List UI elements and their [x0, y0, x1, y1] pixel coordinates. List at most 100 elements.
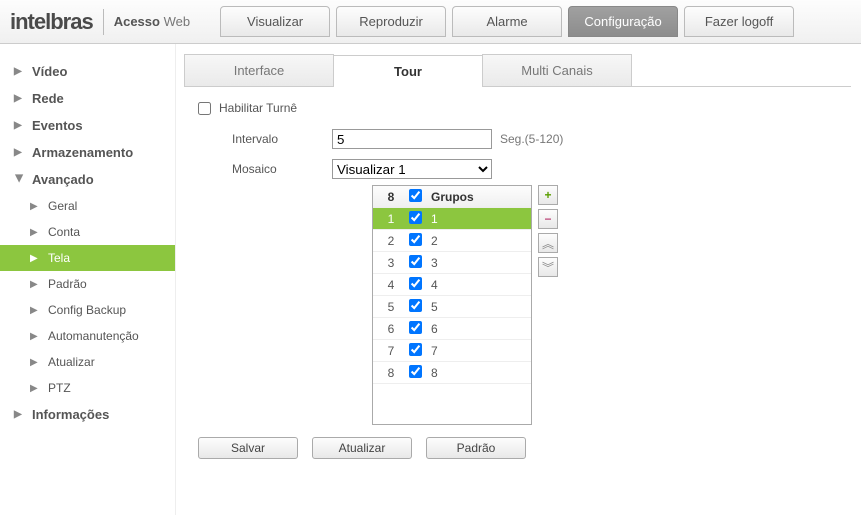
topnav-item-configuração[interactable]: Configuração: [568, 6, 678, 37]
mosaic-select[interactable]: Visualizar 1: [332, 159, 492, 179]
group-row-index: 7: [379, 344, 403, 358]
groups-select-all-checkbox[interactable]: [409, 189, 422, 202]
sidebar-subitem-automanutenção[interactable]: ▶Automanutenção: [0, 323, 175, 349]
header: intelbras Acesso Web VisualizarReproduzi…: [0, 0, 861, 44]
group-row-label: 6: [427, 322, 525, 336]
group-row-label: 1: [427, 212, 525, 226]
groups-spacer: [373, 384, 531, 424]
refresh-button[interactable]: Atualizar: [312, 437, 412, 459]
move-up-button[interactable]: ︽: [538, 233, 558, 253]
brand-logo: intelbras: [10, 9, 93, 35]
mosaic-label: Mosaico: [192, 162, 332, 176]
group-row[interactable]: 11: [373, 208, 531, 230]
brand-sub: Acesso Web: [114, 14, 190, 29]
save-button[interactable]: Salvar: [198, 437, 298, 459]
groups-header-row: 8 Grupos: [373, 186, 531, 208]
group-row[interactable]: 77: [373, 340, 531, 362]
tour-panel: Habilitar Turnê Intervalo Seg.(5-120) Mo…: [184, 87, 851, 473]
sidebar-subitem-config-backup[interactable]: ▶Config Backup: [0, 297, 175, 323]
sidebar-subitem-atualizar[interactable]: ▶Atualizar: [0, 349, 175, 375]
group-row-label: 8: [427, 366, 525, 380]
sidebar-item-informações[interactable]: ▶Informações: [0, 401, 175, 428]
sidebar-item-vídeo[interactable]: ▶Vídeo: [0, 58, 175, 85]
chevron-right-icon: ▶: [30, 357, 40, 368]
groups-header-label: Grupos: [427, 190, 525, 204]
topnav-item-reproduzir[interactable]: Reproduzir: [336, 6, 446, 37]
chevron-right-icon: ▶: [30, 331, 40, 342]
remove-group-button[interactable]: −: [538, 209, 558, 229]
brand-sub-bold: Acesso: [114, 14, 160, 29]
groups-area: 8Grupos1122334455667788 + − ︽ ︾: [372, 185, 843, 425]
add-group-button[interactable]: +: [538, 185, 558, 205]
group-row[interactable]: 44: [373, 274, 531, 296]
group-row[interactable]: 33: [373, 252, 531, 274]
topnav-item-alarme[interactable]: Alarme: [452, 6, 562, 37]
chevron-right-icon: ▶: [14, 66, 24, 77]
chevron-right-icon: ▶: [14, 120, 24, 131]
mosaic-row: Mosaico Visualizar 1: [192, 159, 843, 179]
sidebar: ▶Vídeo▶Rede▶Eventos▶Armazenamento▶Avança…: [0, 44, 175, 515]
group-row-index: 4: [379, 278, 403, 292]
sidebar-subitem-tela[interactable]: ▶Tela: [0, 245, 175, 271]
group-row-checkbox[interactable]: [409, 277, 422, 290]
chevron-right-icon: ▶: [30, 383, 40, 394]
group-row-index: 5: [379, 300, 403, 314]
chevron-right-icon: ▶: [14, 93, 24, 104]
group-row-checkbox[interactable]: [409, 365, 422, 378]
chevron-right-icon: ▶: [30, 201, 40, 212]
chevron-right-icon: ▶: [30, 279, 40, 290]
enable-turne-row: Habilitar Turnê: [198, 101, 843, 115]
brand-sub-light: Web: [164, 14, 191, 29]
group-row-checkbox[interactable]: [409, 255, 422, 268]
group-row-index: 2: [379, 234, 403, 248]
group-row-index: 1: [379, 212, 403, 226]
groups-controls: + − ︽ ︾: [538, 185, 558, 277]
group-row-checkbox[interactable]: [409, 211, 422, 224]
interval-input[interactable]: [332, 129, 492, 149]
group-row-label: 5: [427, 300, 525, 314]
group-row-checkbox[interactable]: [409, 343, 422, 356]
sidebar-subitem-ptz[interactable]: ▶PTZ: [0, 375, 175, 401]
group-row-index: 6: [379, 322, 403, 336]
chevron-right-icon: ▶: [14, 409, 24, 420]
topnav-item-visualizar[interactable]: Visualizar: [220, 6, 330, 37]
sidebar-item-avançado[interactable]: ▶Avançado: [0, 166, 175, 193]
move-down-button[interactable]: ︾: [538, 257, 558, 277]
group-row[interactable]: 22: [373, 230, 531, 252]
group-row[interactable]: 55: [373, 296, 531, 318]
chevron-right-icon: ▶: [30, 253, 40, 264]
enable-turne-label[interactable]: Habilitar Turnê: [219, 101, 297, 115]
group-row-checkbox[interactable]: [409, 321, 422, 334]
group-row[interactable]: 66: [373, 318, 531, 340]
group-row[interactable]: 88: [373, 362, 531, 384]
tabs: InterfaceTourMulti Canais: [184, 54, 851, 87]
tab-interface[interactable]: Interface: [184, 54, 334, 86]
enable-turne-checkbox[interactable]: [198, 102, 211, 115]
tab-multi-canais[interactable]: Multi Canais: [482, 54, 632, 86]
groups-grid: 8Grupos1122334455667788: [372, 185, 532, 425]
sidebar-item-eventos[interactable]: ▶Eventos: [0, 112, 175, 139]
group-row-checkbox[interactable]: [409, 233, 422, 246]
chevron-right-icon: ▶: [30, 227, 40, 238]
group-row-label: 2: [427, 234, 525, 248]
sidebar-item-rede[interactable]: ▶Rede: [0, 85, 175, 112]
action-buttons: Salvar Atualizar Padrão: [198, 437, 843, 459]
main: ▶Vídeo▶Rede▶Eventos▶Armazenamento▶Avança…: [0, 44, 861, 515]
sidebar-subitem-conta[interactable]: ▶Conta: [0, 219, 175, 245]
group-row-checkbox[interactable]: [409, 299, 422, 312]
default-button[interactable]: Padrão: [426, 437, 526, 459]
group-row-label: 4: [427, 278, 525, 292]
group-row-label: 3: [427, 256, 525, 270]
sidebar-item-armazenamento[interactable]: ▶Armazenamento: [0, 139, 175, 166]
chevron-right-icon: ▶: [14, 147, 24, 158]
topnav-item-fazer-logoff[interactable]: Fazer logoff: [684, 6, 794, 37]
content: InterfaceTourMulti Canais Habilitar Turn…: [175, 44, 861, 515]
chevron-right-icon: ▶: [30, 305, 40, 316]
group-row-index: 8: [379, 366, 403, 380]
tab-tour[interactable]: Tour: [333, 55, 483, 87]
sidebar-subitem-padrão[interactable]: ▶Padrão: [0, 271, 175, 297]
sidebar-subitem-geral[interactable]: ▶Geral: [0, 193, 175, 219]
groups-count: 8: [379, 190, 403, 204]
group-row-label: 7: [427, 344, 525, 358]
group-row-index: 3: [379, 256, 403, 270]
